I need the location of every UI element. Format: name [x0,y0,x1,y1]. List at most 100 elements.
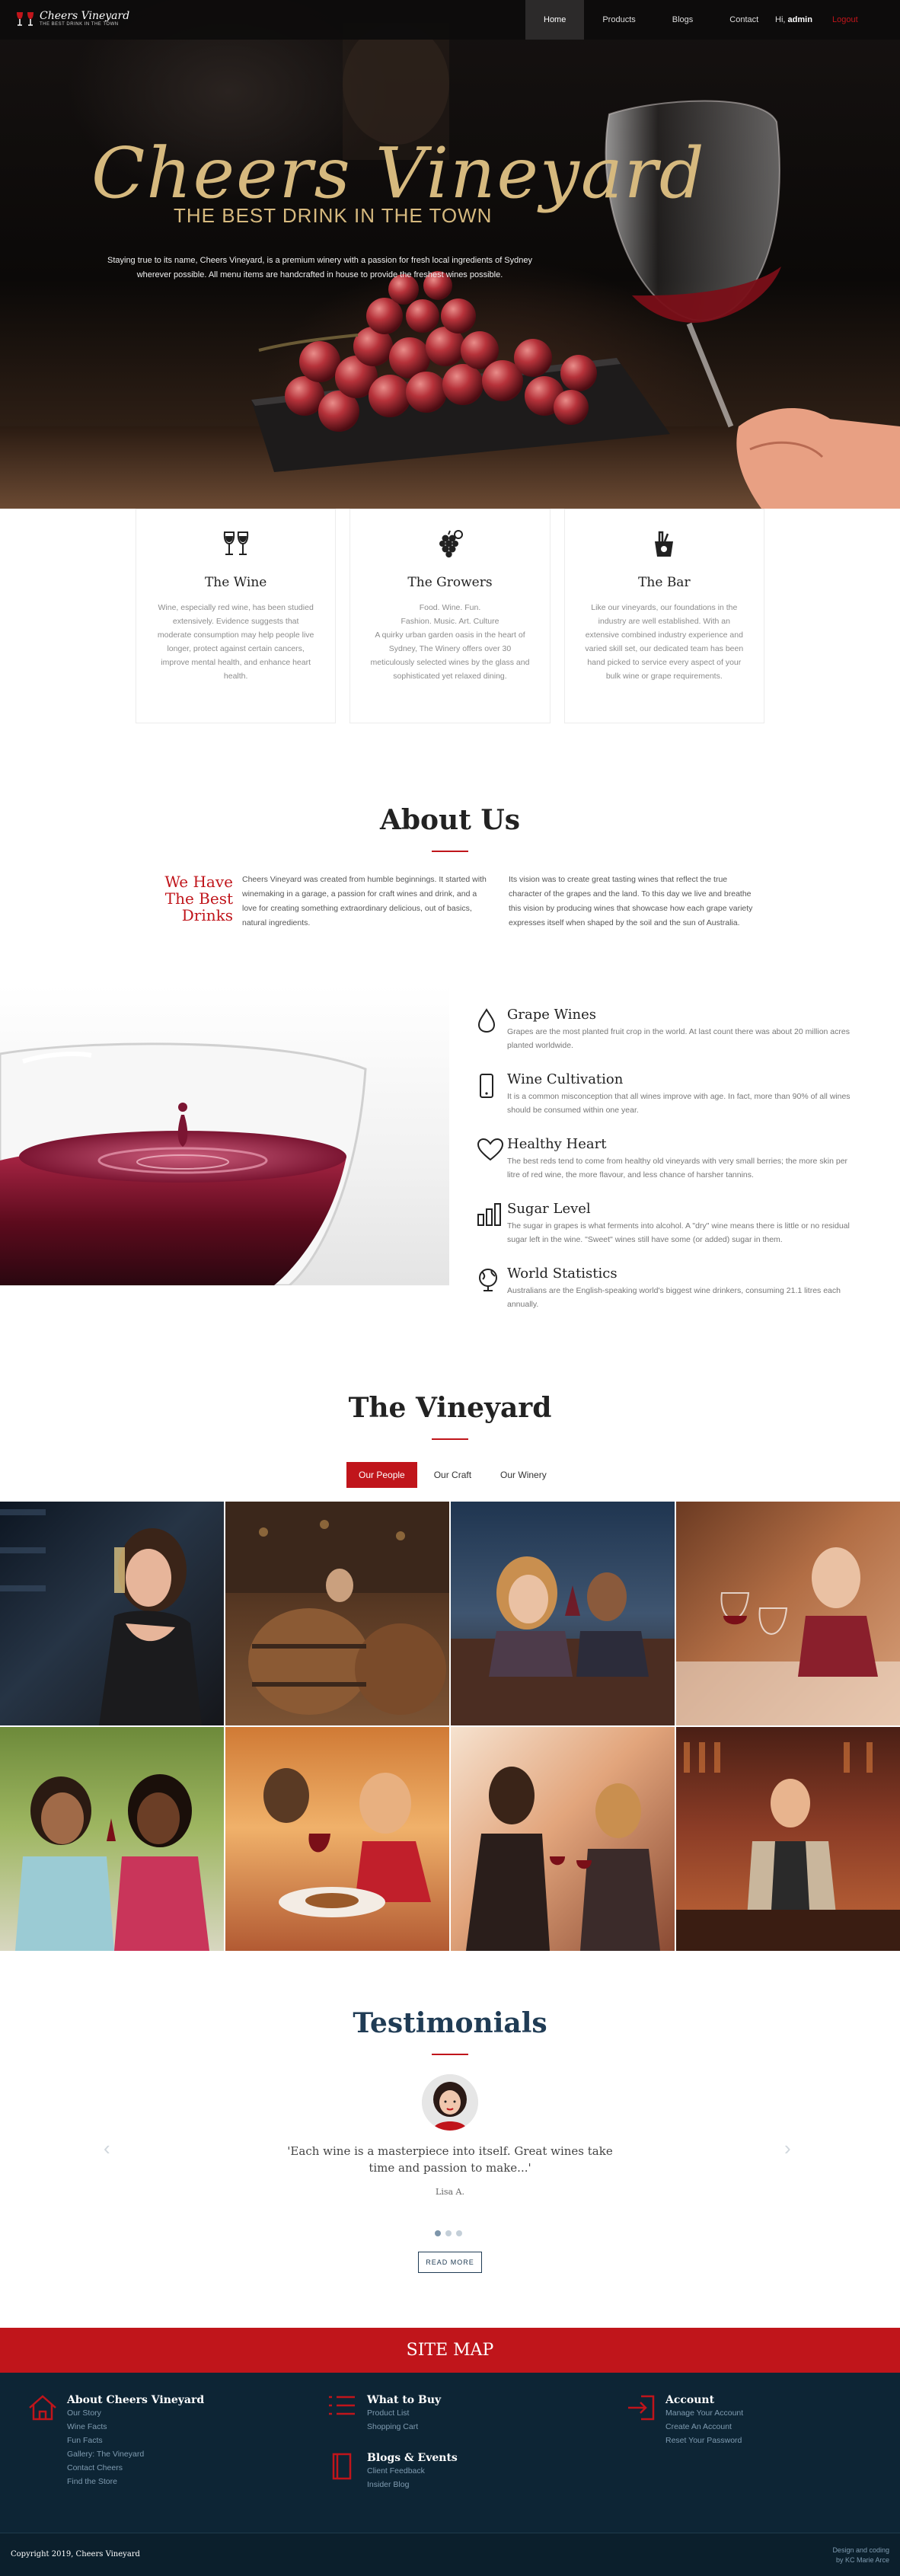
footer-link[interactable]: Insider Blog [367,2478,458,2491]
login-icon [628,2395,655,2421]
carousel-dot[interactable] [435,2230,441,2236]
fact-item: Wine Cultivation It is a common misconcep… [477,1071,860,1136]
drop-icon [477,1008,496,1033]
footer-link[interactable]: Find the Store [67,2475,204,2488]
gallery-photo[interactable] [0,1727,224,1951]
footer-link[interactable]: Product List [367,2406,441,2420]
carousel-dots [435,2230,462,2236]
gallery-photo[interactable] [451,1727,675,1951]
dinner-couple-photo [263,1768,431,1917]
friends-toasting-photo [451,1556,675,1725]
grapes-icon [439,530,463,558]
card-text: Wine, especially red wine, has been stud… [157,603,314,681]
gallery-photo[interactable] [225,1502,449,1725]
vineyard-title: The Vineyard [348,1392,552,1424]
footer-link[interactable]: Contact Cheers [67,2461,204,2475]
nav-blogs-link[interactable]: Blogs [654,0,712,40]
carousel-dot[interactable] [456,2230,462,2236]
logout-link[interactable]: Logout [832,15,858,24]
gallery-photo[interactable] [225,1727,449,1951]
fact-title: World Statistics [507,1266,618,1282]
about-column-1: Cheers Vineyard was created from humble … [242,875,487,927]
footer-link[interactable]: Reset Your Password [665,2434,743,2447]
card-text: Like our vineyards, our foundations in t… [585,603,744,681]
fact-text: It is a common misconception that all wi… [507,1092,851,1115]
title-divider [432,851,468,852]
tab-our-people[interactable]: Our People [346,1462,417,1488]
credit-line: by KC Marie Arce [835,2556,889,2564]
greeting-text: Hi, [775,15,786,24]
ice-bucket-icon [655,531,674,557]
wine-glasses-icon [223,531,248,555]
design-credit: Design and coding by KC Marie Arce [832,2546,889,2565]
fact-item: World Statistics Australians are the Engl… [477,1266,860,1330]
logo-title: Cheers Vineyard [40,10,130,22]
footer-column-about: About Cheers Vineyard Our Story Wine Fac… [67,2394,204,2488]
two-women-toasting-photo [15,1774,209,1951]
heart-icon [477,1138,504,1161]
testimonials-title: Testimonials [353,2007,547,2039]
footer-link[interactable]: Our Story [67,2406,204,2420]
nav-contact-link[interactable]: Contact [711,0,777,40]
woman-drinking-photo [0,1509,202,1725]
vineyard-tabs: Our People Our Craft Our Winery [346,1462,559,1488]
footer-link[interactable]: Create An Account [665,2420,743,2434]
fact-item: Grape Wines Grapes are the most planted f… [477,1007,860,1071]
username: admin [787,15,812,24]
footer-column-title: About Cheers Vineyard [67,2394,205,2406]
top-navbar: Cheers Vineyard THE BEST DRINK IN THE TO… [0,0,900,40]
customer-avatar-icon [422,2074,478,2131]
prev-testimonial-button[interactable]: ‹ [104,2137,110,2160]
footer-link[interactable]: Client Feedback [367,2464,458,2478]
carousel-dot[interactable] [445,2230,452,2236]
sitemap-heading: SITE MAP [0,2328,900,2373]
credit-line: Design and coding [832,2546,889,2554]
gallery-photo[interactable] [0,1502,224,1725]
fact-item: Healthy Heart The best reds tend to come … [477,1136,860,1201]
logo[interactable]: Cheers Vineyard THE BEST DRINK IN THE TO… [15,11,129,27]
footer-link[interactable]: Fun Facts [67,2434,204,2447]
about-column-2: Its vision was to create great tasting w… [509,875,753,927]
card-text-body: A quirky urban garden oasis in the heart… [370,630,530,681]
nav-products-link[interactable]: Products [584,0,653,40]
fact-title: Sugar Level [507,1201,591,1217]
footer: About Cheers Vineyard Our Story Wine Fac… [0,2373,900,2533]
avatar [422,2074,478,2131]
footer-link[interactable]: Wine Facts [67,2420,204,2434]
wine-glass-image [0,985,449,1285]
footer-link[interactable]: Shopping Cart [367,2420,441,2434]
fact-text: The best reds tend to come from healthy … [507,1157,848,1179]
footer-link[interactable]: Manage Your Account [665,2406,743,2420]
main-menu: Home Products Blogs Contact [525,0,777,40]
fact-title: Grape Wines [507,1007,597,1023]
wine-glass-photo [0,1042,367,1285]
about-tagline: We Have The Best Drinks [164,873,233,924]
title-divider [432,1438,468,1440]
testimonial-author: Lisa A. [436,2187,464,2197]
fact-text: The sugar in grapes is what ferments int… [507,1221,850,1244]
footer-column-blogs: Blogs & Events Client Feedback Insider B… [367,2452,458,2491]
card-the-growers: The Growers Food. Wine. Fun. Fashion. Mus… [349,509,551,723]
card-text: Food. Wine. Fun. Fashion. Music. Art. Cul… [370,601,530,683]
nav-home-link[interactable]: Home [525,0,585,40]
tab-our-winery[interactable]: Our Winery [488,1462,559,1488]
footer-column-account: Account Manage Your Account Create An Ac… [665,2394,743,2447]
fact-title: Wine Cultivation [507,1071,624,1087]
gallery-photo[interactable] [676,1727,900,1951]
globe-icon [479,1269,497,1291]
footer-column-title: Blogs & Events [367,2452,458,2464]
gallery-photo[interactable] [676,1502,900,1725]
title-divider [432,2054,468,2055]
card-title: The Wine [204,575,267,590]
next-testimonial-button[interactable]: › [784,2137,791,2160]
read-more-button[interactable]: READ MORE [418,2252,482,2273]
footer-link[interactable]: Gallery: The Vineyard [67,2447,204,2461]
bartender-photo [676,1742,900,1951]
copyright: Copyright 2019, Cheers Vineyard [11,2550,140,2558]
logo-tagline: THE BEST DRINK IN THE TOWN [40,22,119,27]
wine-facts-list: Grape Wines Grapes are the most planted f… [477,1007,860,1330]
tab-our-craft[interactable]: Our Craft [422,1462,484,1488]
bar-chart-icon [477,1203,501,1226]
gallery-photo[interactable] [451,1502,675,1725]
card-text-line: Fashion. Music. Art. Culture [401,617,499,626]
